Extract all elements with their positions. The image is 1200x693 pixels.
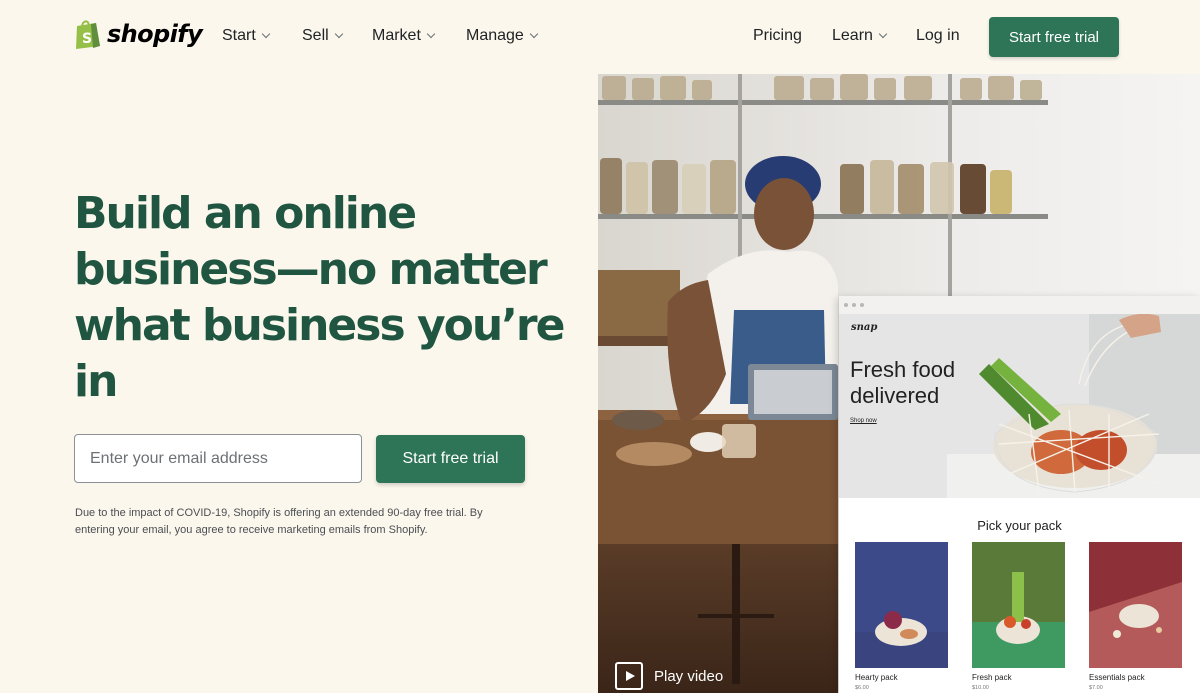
window-dot bbox=[860, 303, 864, 307]
nav-menu-label: Sell bbox=[302, 27, 329, 44]
nav-menu-label: Start bbox=[222, 27, 256, 44]
nav-menu-market[interactable]: Market bbox=[372, 27, 436, 45]
chevron-down-icon bbox=[334, 29, 343, 38]
chevron-down-icon bbox=[426, 29, 436, 38]
play-video-label: Play video bbox=[654, 667, 724, 685]
store-brand-logo: snap bbox=[851, 322, 878, 333]
top-navigation: S shopify Start Sell Market Manage Prici… bbox=[0, 0, 1200, 74]
chevron-down-icon bbox=[529, 29, 539, 38]
covid-trial-disclaimer: Due to the impact of COVID-19, Shopify i… bbox=[75, 507, 483, 536]
store-hero-banner: snap Fresh food delivered Shop now bbox=[839, 314, 1200, 498]
svg-text:S: S bbox=[82, 31, 92, 47]
nav-menu-start[interactable]: Start bbox=[222, 27, 271, 45]
store-headline: Fresh food delivered bbox=[850, 357, 956, 408]
shop-now-link[interactable]: Shop now bbox=[850, 418, 877, 424]
pack-image bbox=[1089, 542, 1182, 668]
pack-name: Essentials pack bbox=[1089, 673, 1145, 682]
nav-link-pricing[interactable]: Pricing bbox=[753, 27, 802, 45]
chevron-down-icon bbox=[261, 29, 271, 38]
pack-price: $7.00 bbox=[1089, 685, 1103, 691]
shopping-bag-icon: S bbox=[76, 20, 100, 49]
play-icon bbox=[615, 662, 643, 690]
pack-card-essentials[interactable]: Essentials pack $7.00 bbox=[1089, 542, 1182, 691]
start-free-trial-hero-button[interactable]: Start free trial bbox=[376, 435, 525, 483]
browser-bar bbox=[839, 296, 1200, 314]
nav-link-login[interactable]: Log in bbox=[916, 27, 960, 45]
window-dot bbox=[852, 303, 856, 307]
chevron-down-icon bbox=[878, 29, 888, 38]
hero-headline: Build an online business—no matter what … bbox=[74, 188, 565, 407]
nav-menu-manage[interactable]: Manage bbox=[466, 27, 539, 45]
store-preview-card: snap Fresh food delivered Shop now Pick … bbox=[839, 296, 1200, 693]
logo-wordmark: shopify bbox=[107, 20, 203, 48]
pack-price: $10.00 bbox=[972, 685, 989, 691]
email-input[interactable] bbox=[74, 434, 362, 483]
window-dot bbox=[844, 303, 848, 307]
pack-image bbox=[855, 542, 948, 668]
shopify-logo[interactable]: S shopify bbox=[74, 18, 203, 50]
pack-price: $6.00 bbox=[855, 685, 869, 691]
pack-name: Fresh pack bbox=[972, 673, 1012, 682]
nav-menu-sell[interactable]: Sell bbox=[302, 27, 343, 45]
pack-card-fresh[interactable]: Fresh pack $10.00 bbox=[972, 542, 1065, 691]
pack-image bbox=[972, 542, 1065, 668]
store-section-title: Pick your pack bbox=[977, 518, 1062, 533]
play-video-button[interactable]: Play video bbox=[615, 662, 723, 690]
pack-name: Hearty pack bbox=[855, 673, 898, 682]
nav-menu-learn[interactable]: Learn bbox=[832, 27, 888, 45]
start-free-trial-nav-button[interactable]: Start free trial bbox=[989, 17, 1119, 57]
pack-card-hearty[interactable]: Hearty pack $6.00 bbox=[855, 542, 948, 691]
nav-menu-label: Manage bbox=[466, 27, 524, 44]
nav-menu-label: Learn bbox=[832, 27, 873, 44]
nav-menu-label: Market bbox=[372, 27, 421, 44]
